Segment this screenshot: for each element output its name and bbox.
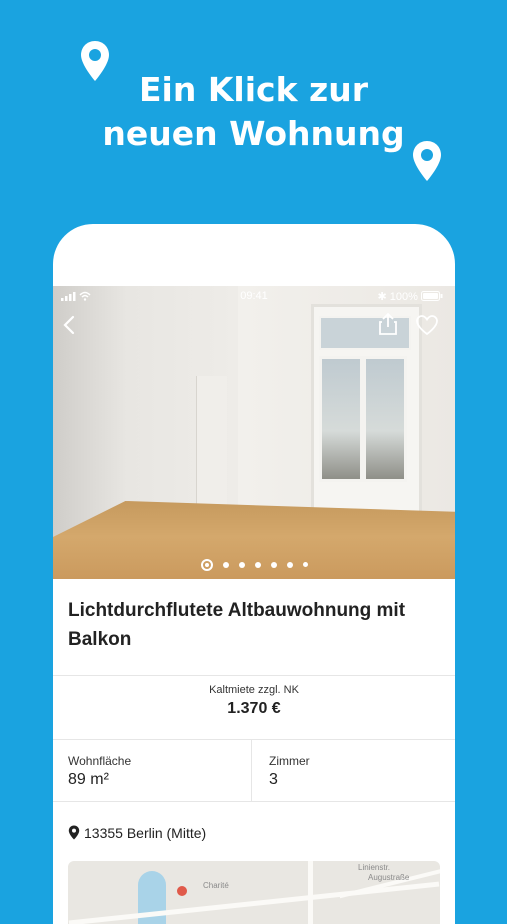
- map-road: [68, 881, 440, 924]
- photo-inner-door: [196, 376, 227, 506]
- location-pin-icon: [68, 825, 80, 840]
- location-pin-icon: [81, 41, 109, 81]
- map-road: [308, 861, 313, 924]
- divider: [53, 675, 455, 676]
- location-pin-icon: [413, 141, 441, 181]
- area-label: Wohnfläche: [68, 754, 132, 768]
- map-label: Charité: [203, 881, 229, 890]
- map-label: Augustraße: [368, 873, 410, 882]
- map-marker-icon: [177, 886, 187, 896]
- bluetooth-icon: ✱: [377, 291, 387, 303]
- area-value: 89 m²: [68, 771, 109, 788]
- back-icon[interactable]: [59, 314, 81, 336]
- gallery-pagination: [53, 556, 455, 574]
- area-cell: Wohnfläche 89 m²: [53, 739, 252, 801]
- phone-frame: 09:41 ✱ 100% Lichtdurchflutete Altbauwoh…: [53, 224, 455, 924]
- gallery-dot[interactable]: [222, 561, 229, 568]
- listing-card: Lichtdurchflutete Altbauwohnung mit Balk…: [53, 579, 455, 924]
- gallery-dot[interactable]: [270, 561, 277, 568]
- price-label: Kaltmiete zzgl. NK: [209, 684, 299, 696]
- battery-percent: 100%: [389, 291, 418, 303]
- heart-icon[interactable]: [415, 314, 439, 336]
- location-row[interactable]: 13355 Berlin (Mitte): [68, 825, 206, 841]
- location-map[interactable]: Charité Augustraße Linienstr.: [68, 861, 440, 924]
- gallery-dot[interactable]: [286, 561, 293, 568]
- price-value: 1.370 €: [227, 700, 281, 717]
- location-text: 13355 Berlin (Mitte): [84, 825, 207, 841]
- status-battery: ✱ 100%: [378, 290, 443, 303]
- gallery-dot[interactable]: [238, 561, 245, 568]
- battery-icon: [421, 291, 443, 301]
- gallery-dot-active[interactable]: [200, 558, 213, 571]
- photo-door-glass-left: [319, 356, 363, 482]
- divider: [53, 801, 455, 802]
- gallery-dot[interactable]: [302, 562, 308, 568]
- share-icon[interactable]: [377, 312, 399, 336]
- listing-title: Lichtdurchflutete Altbauwohnung mit Balk…: [68, 600, 406, 650]
- headline-line-1: Ein Klick zur: [138, 70, 368, 109]
- rooms-value: 3: [269, 771, 278, 788]
- photo-door-glass-right: [363, 356, 407, 482]
- status-bar: 09:41 ✱ 100%: [53, 286, 455, 308]
- rooms-label: Zimmer: [269, 754, 310, 768]
- rooms-cell: Zimmer 3: [253, 739, 455, 801]
- map-label: Linienstr.: [358, 863, 391, 872]
- gallery-dot[interactable]: [254, 561, 261, 568]
